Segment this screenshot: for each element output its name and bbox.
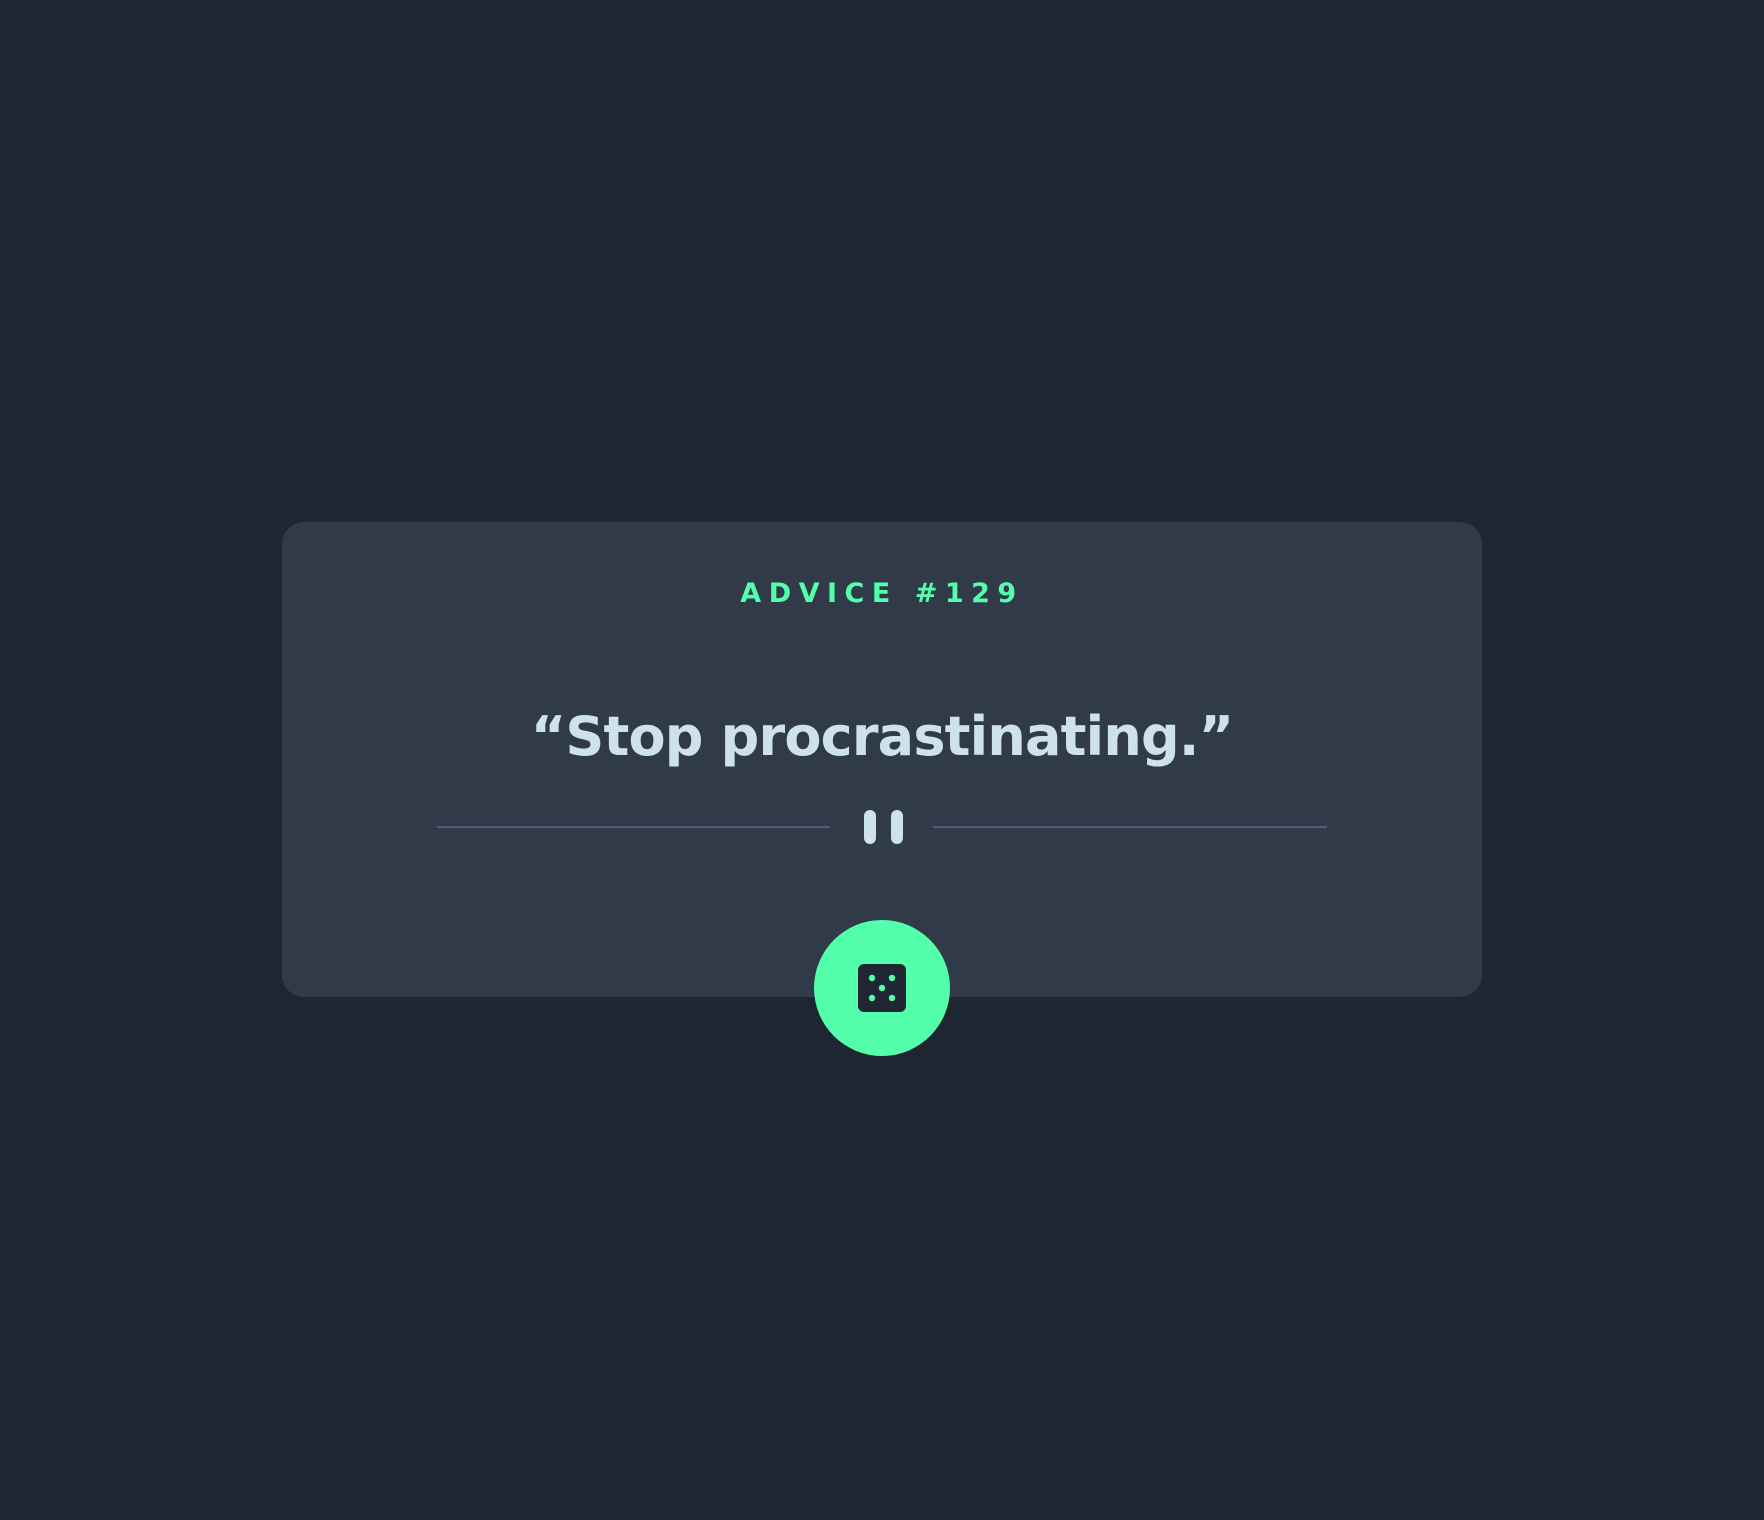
divider-line-left bbox=[437, 826, 830, 828]
pause-icon bbox=[862, 810, 904, 844]
divider-line-right bbox=[933, 826, 1327, 828]
advice-quote: “Stop procrastinating.” bbox=[530, 705, 1234, 768]
dice-icon bbox=[858, 964, 906, 1012]
pattern-divider bbox=[437, 810, 1327, 844]
pause-bar-right bbox=[891, 810, 903, 844]
pause-bar-left bbox=[864, 810, 876, 844]
advice-number-label: ADVICE #129 bbox=[740, 578, 1024, 610]
new-advice-button[interactable] bbox=[814, 920, 950, 1056]
